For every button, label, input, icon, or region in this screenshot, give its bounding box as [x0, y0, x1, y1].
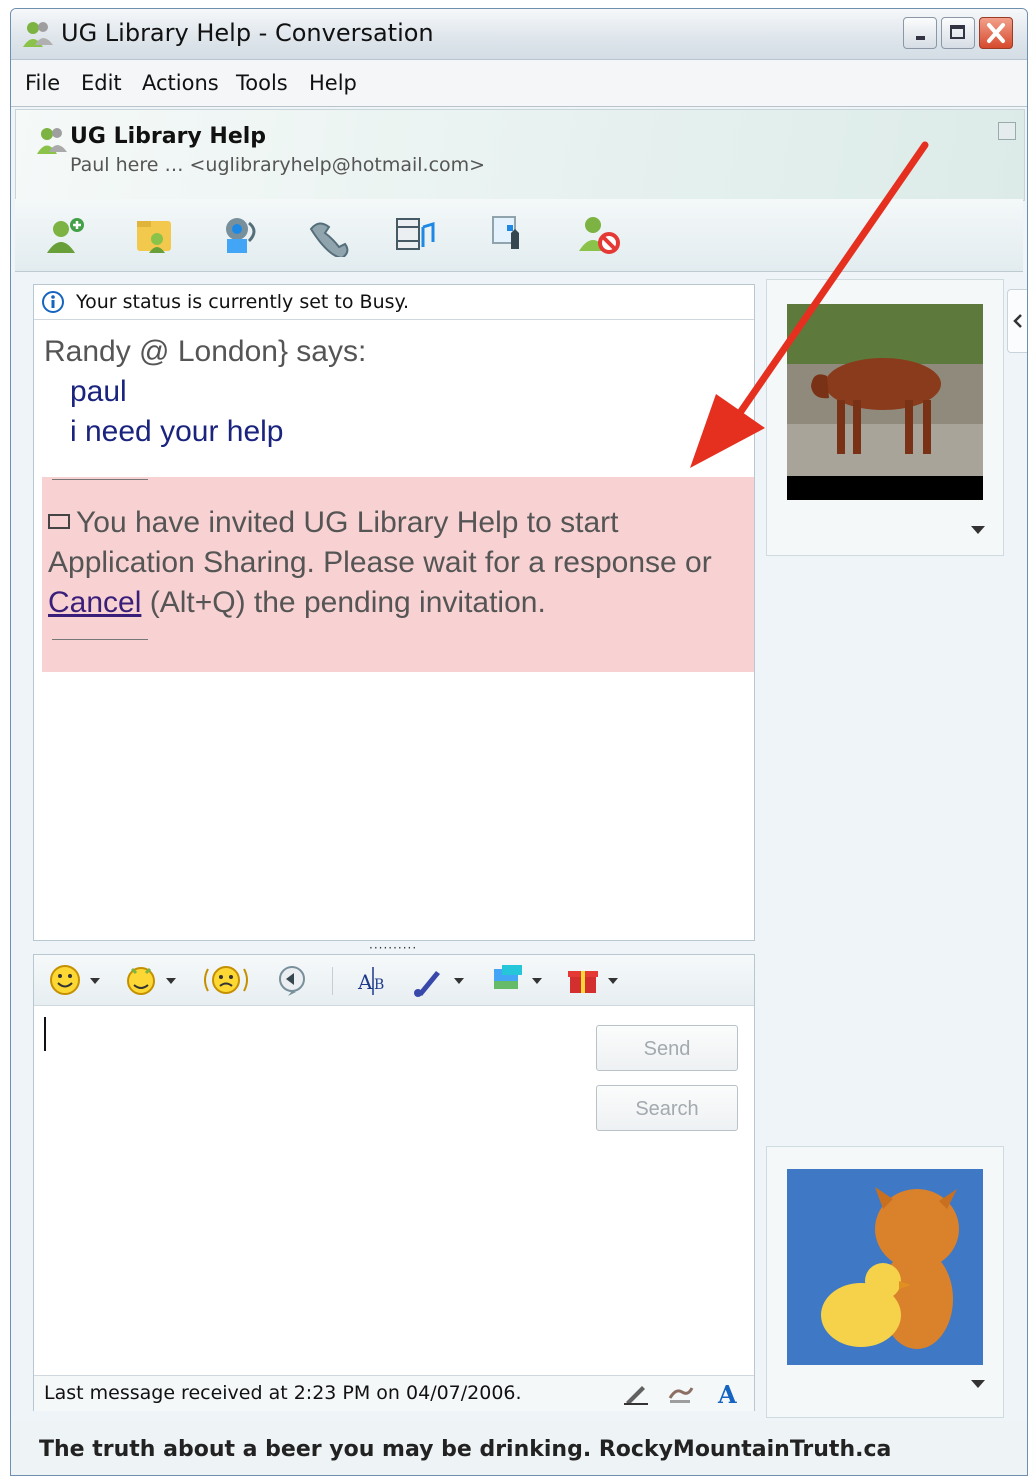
webcam-icon[interactable] [215, 213, 263, 257]
my-display-picture[interactable] [787, 1169, 983, 1365]
message-line: paul [70, 375, 127, 408]
send-button[interactable]: Send [596, 1025, 738, 1071]
activities-icon[interactable] [393, 213, 441, 257]
my-display-picture-panel [766, 1146, 1004, 1418]
last-message-bar: Last message received at 2:23 PM on 04/0… [34, 1375, 754, 1411]
maximize-button[interactable] [941, 17, 975, 49]
ink-icon[interactable] [666, 1380, 694, 1406]
maximize-icon [950, 25, 965, 39]
search-button[interactable]: Search [596, 1085, 738, 1131]
call-icon[interactable] [305, 213, 353, 257]
divider [52, 639, 148, 640]
action-toolbar [15, 199, 1023, 272]
font-icon[interactable]: A B [354, 963, 394, 997]
advertisement-bar[interactable]: The truth about a beer you may be drinki… [11, 1421, 1027, 1475]
chevron-left-icon [1013, 314, 1022, 328]
contact-header: UG Library Help Paul here … <uglibraryhe… [15, 109, 1025, 201]
invite-contact-icon[interactable] [43, 213, 91, 257]
messenger-buddy-icon [23, 22, 53, 47]
chevron-down-icon[interactable] [971, 526, 985, 534]
wink-icon[interactable] [124, 963, 180, 997]
menu-help[interactable]: Help [309, 71, 357, 95]
handwriting-icon[interactable] [622, 1380, 650, 1406]
text-format-icon[interactable]: A [714, 1380, 742, 1406]
close-icon [987, 23, 1005, 43]
invitation-text: You have invited UG Library Help to star… [48, 503, 748, 623]
compose-area: A B Send Search Last message received at… [33, 954, 755, 1411]
menu-edit[interactable]: Edit [81, 71, 122, 95]
menu-file[interactable]: File [25, 71, 60, 95]
pin-icon[interactable] [998, 122, 1016, 140]
status-notice-text: Your status is currently set to Busy. [76, 291, 410, 313]
window-title: UG Library Help - Conversation [61, 19, 434, 47]
envelope-icon [48, 514, 70, 529]
message-line: i need your help [70, 415, 284, 448]
last-message-text: Last message received at 2:23 PM on 04/0… [44, 1382, 522, 1404]
block-icon[interactable] [575, 213, 623, 257]
contact-status-icon [37, 128, 67, 154]
compose-toolbar: A B [34, 955, 754, 1006]
divider [52, 479, 148, 480]
menu-bar: File Edit Actions Tools Help [11, 60, 1027, 107]
collapse-panel-button[interactable] [1007, 289, 1027, 353]
info-icon [42, 291, 64, 313]
invitation-message-end: (Alt+Q) the pending invitation. [149, 586, 546, 619]
pane-splitter[interactable]: ·········· [369, 941, 439, 955]
cancel-invitation-link[interactable]: Cancel [48, 586, 141, 619]
emoticon-icon[interactable] [48, 963, 104, 997]
contact-display-picture[interactable] [787, 304, 983, 500]
advertisement-text[interactable]: The truth about a beer you may be drinki… [39, 1437, 891, 1462]
voice-clip-icon[interactable] [274, 963, 314, 997]
gift-icon[interactable] [566, 963, 624, 997]
conversation-history[interactable]: Your status is currently set to Busy. Ra… [33, 284, 755, 941]
games-icon[interactable] [487, 213, 535, 257]
chevron-down-icon[interactable] [971, 1380, 985, 1388]
nudge-icon[interactable] [202, 963, 250, 997]
display-picture-icon[interactable] [490, 963, 548, 997]
menu-actions[interactable]: Actions [142, 71, 219, 95]
svg-text:A: A [717, 1380, 737, 1406]
toolbar-separator [332, 967, 333, 995]
invitation-message: You have invited UG Library Help to star… [48, 506, 712, 579]
menu-tools[interactable]: Tools [236, 71, 288, 95]
contact-personal-message: Paul here … <uglibraryhelp@hotmail.com> [70, 154, 486, 176]
minimize-button[interactable] [903, 17, 937, 49]
background-icon[interactable] [412, 963, 470, 997]
invitation-notice: You have invited UG Library Help to star… [42, 477, 754, 672]
svg-text:B: B [374, 977, 384, 993]
conversation-window: UG Library Help - Conversation File Edit… [10, 8, 1028, 1476]
close-button[interactable] [979, 17, 1013, 49]
contact-name: UG Library Help [70, 124, 267, 149]
status-notice: Your status is currently set to Busy. [34, 285, 754, 320]
message-sender: Randy @ London} says: [44, 335, 367, 368]
minimize-icon [916, 36, 925, 40]
title-bar[interactable]: UG Library Help - Conversation [11, 9, 1027, 60]
svg-text:A: A [357, 970, 373, 994]
send-files-icon[interactable] [131, 213, 179, 257]
message-input[interactable] [38, 1009, 586, 1369]
contact-display-picture-panel [766, 279, 1004, 556]
